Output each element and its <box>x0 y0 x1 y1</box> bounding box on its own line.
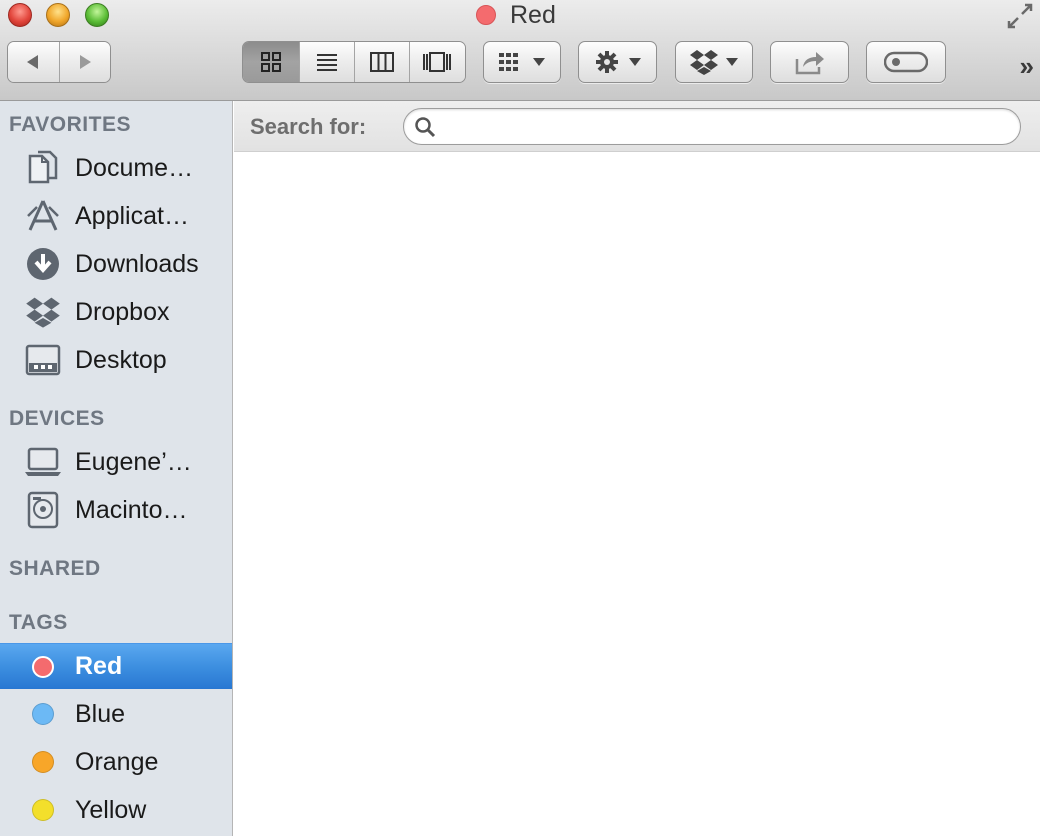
window-toolbar: Red » <box>0 0 1040 101</box>
edit-tags-button[interactable] <box>866 41 946 83</box>
sidebar-item-label: Eugene’… <box>75 447 192 476</box>
search-input[interactable] <box>444 113 1004 140</box>
cover-flow-view-button[interactable] <box>409 42 465 82</box>
sidebar-item-dropbox[interactable]: Dropbox <box>0 289 232 335</box>
hard-drive-icon <box>24 491 62 529</box>
dropbox-icon <box>24 293 62 331</box>
sidebar-item-applications[interactable]: Applicat… <box>0 193 232 239</box>
back-forward-control <box>7 41 111 83</box>
sidebar-item-documents[interactable]: Docume… <box>0 145 232 191</box>
forward-arrow-icon <box>79 55 91 69</box>
sidebar-item-tag-red[interactable]: Red <box>0 643 232 689</box>
orange-tag-icon <box>32 751 54 773</box>
sidebar-item-macintosh-hd[interactable]: Macinto… <box>0 487 232 533</box>
chevron-down-icon <box>628 58 641 66</box>
sidebar-item-label: Downloads <box>75 249 199 278</box>
dropbox-icon <box>690 50 718 75</box>
red-tag-icon <box>32 655 54 678</box>
sidebar-item-label: Docume… <box>75 153 194 182</box>
desktop-icon <box>24 341 62 379</box>
arrange-grid-icon <box>499 53 518 71</box>
sidebar-item-label: Desktop <box>75 345 167 374</box>
action-button[interactable] <box>578 41 657 83</box>
shared-section-title: SHARED <box>9 557 101 580</box>
share-button[interactable] <box>770 41 849 83</box>
chevron-down-icon <box>726 58 738 66</box>
search-label: Search for: <box>250 114 367 139</box>
search-bar: Search for: <box>234 101 1040 152</box>
favorites-section-title: FAVORITES <box>9 113 131 136</box>
column-view-button[interactable] <box>355 42 410 82</box>
search-icon <box>415 117 436 138</box>
tag-color-icon <box>24 743 62 781</box>
sidebar-item-label: Yellow <box>75 795 147 824</box>
sidebar-item-label: Blue <box>75 699 126 728</box>
documents-icon <box>24 149 62 187</box>
blue-tag-icon <box>32 703 54 725</box>
toolbar-overflow-button[interactable]: » <box>1020 53 1034 79</box>
sidebar-item-label: Orange <box>75 747 159 776</box>
red-tag-icon <box>476 5 496 25</box>
forward-button[interactable] <box>59 42 110 82</box>
sidebar-item-label: Macinto… <box>75 495 188 524</box>
share-icon <box>795 52 824 75</box>
yellow-tag-icon <box>32 799 54 821</box>
sidebar-item-tag-orange[interactable]: Orange <box>0 739 232 785</box>
sidebar-item-laptop[interactable]: Eugene’… <box>0 439 232 485</box>
sidebar-item-tag-blue[interactable]: Blue <box>0 691 232 737</box>
window-title-text: Red <box>510 0 556 29</box>
view-mode-control <box>242 41 466 83</box>
tag-color-icon <box>24 648 62 686</box>
tags-section-title: TAGS <box>9 611 68 634</box>
minimize-window-button[interactable] <box>46 3 70 27</box>
arrange-button[interactable] <box>483 41 561 83</box>
devices-section-title: DEVICES <box>9 407 105 430</box>
downloads-icon <box>24 245 62 283</box>
sidebar-item-desktop[interactable]: Desktop <box>0 337 232 383</box>
applications-icon <box>24 197 62 235</box>
laptop-icon <box>24 443 62 481</box>
list-view-icon <box>317 54 338 71</box>
sidebar-item-label: Red <box>75 652 123 680</box>
tag-color-icon <box>24 695 62 733</box>
icon-view-button[interactable] <box>243 42 301 82</box>
list-view-button[interactable] <box>300 42 355 82</box>
file-browser-content[interactable] <box>234 152 1040 836</box>
close-window-button[interactable] <box>8 3 32 27</box>
cover-flow-icon <box>423 52 452 72</box>
search-field[interactable] <box>403 108 1021 145</box>
sidebar-item-label: Applicat… <box>75 201 189 230</box>
sidebar-item-downloads[interactable]: Downloads <box>0 241 232 287</box>
column-view-icon <box>369 52 394 72</box>
window-title: Red <box>476 0 556 30</box>
sidebar: FAVORITES Docume… Applicat… Downloads Dr… <box>0 101 233 836</box>
tag-color-icon <box>24 791 62 829</box>
sidebar-item-tag-yellow[interactable]: Yellow <box>0 787 232 833</box>
chevron-down-icon <box>533 58 545 66</box>
fullscreen-icon[interactable] <box>1006 2 1034 30</box>
dropbox-button[interactable] <box>675 41 753 83</box>
icon-view-icon <box>261 52 282 72</box>
tag-icon <box>884 51 928 73</box>
gear-icon <box>595 51 618 73</box>
zoom-window-button[interactable] <box>85 3 109 27</box>
back-arrow-icon <box>27 55 39 69</box>
sidebar-item-label: Dropbox <box>75 297 170 326</box>
back-button[interactable] <box>8 42 60 82</box>
